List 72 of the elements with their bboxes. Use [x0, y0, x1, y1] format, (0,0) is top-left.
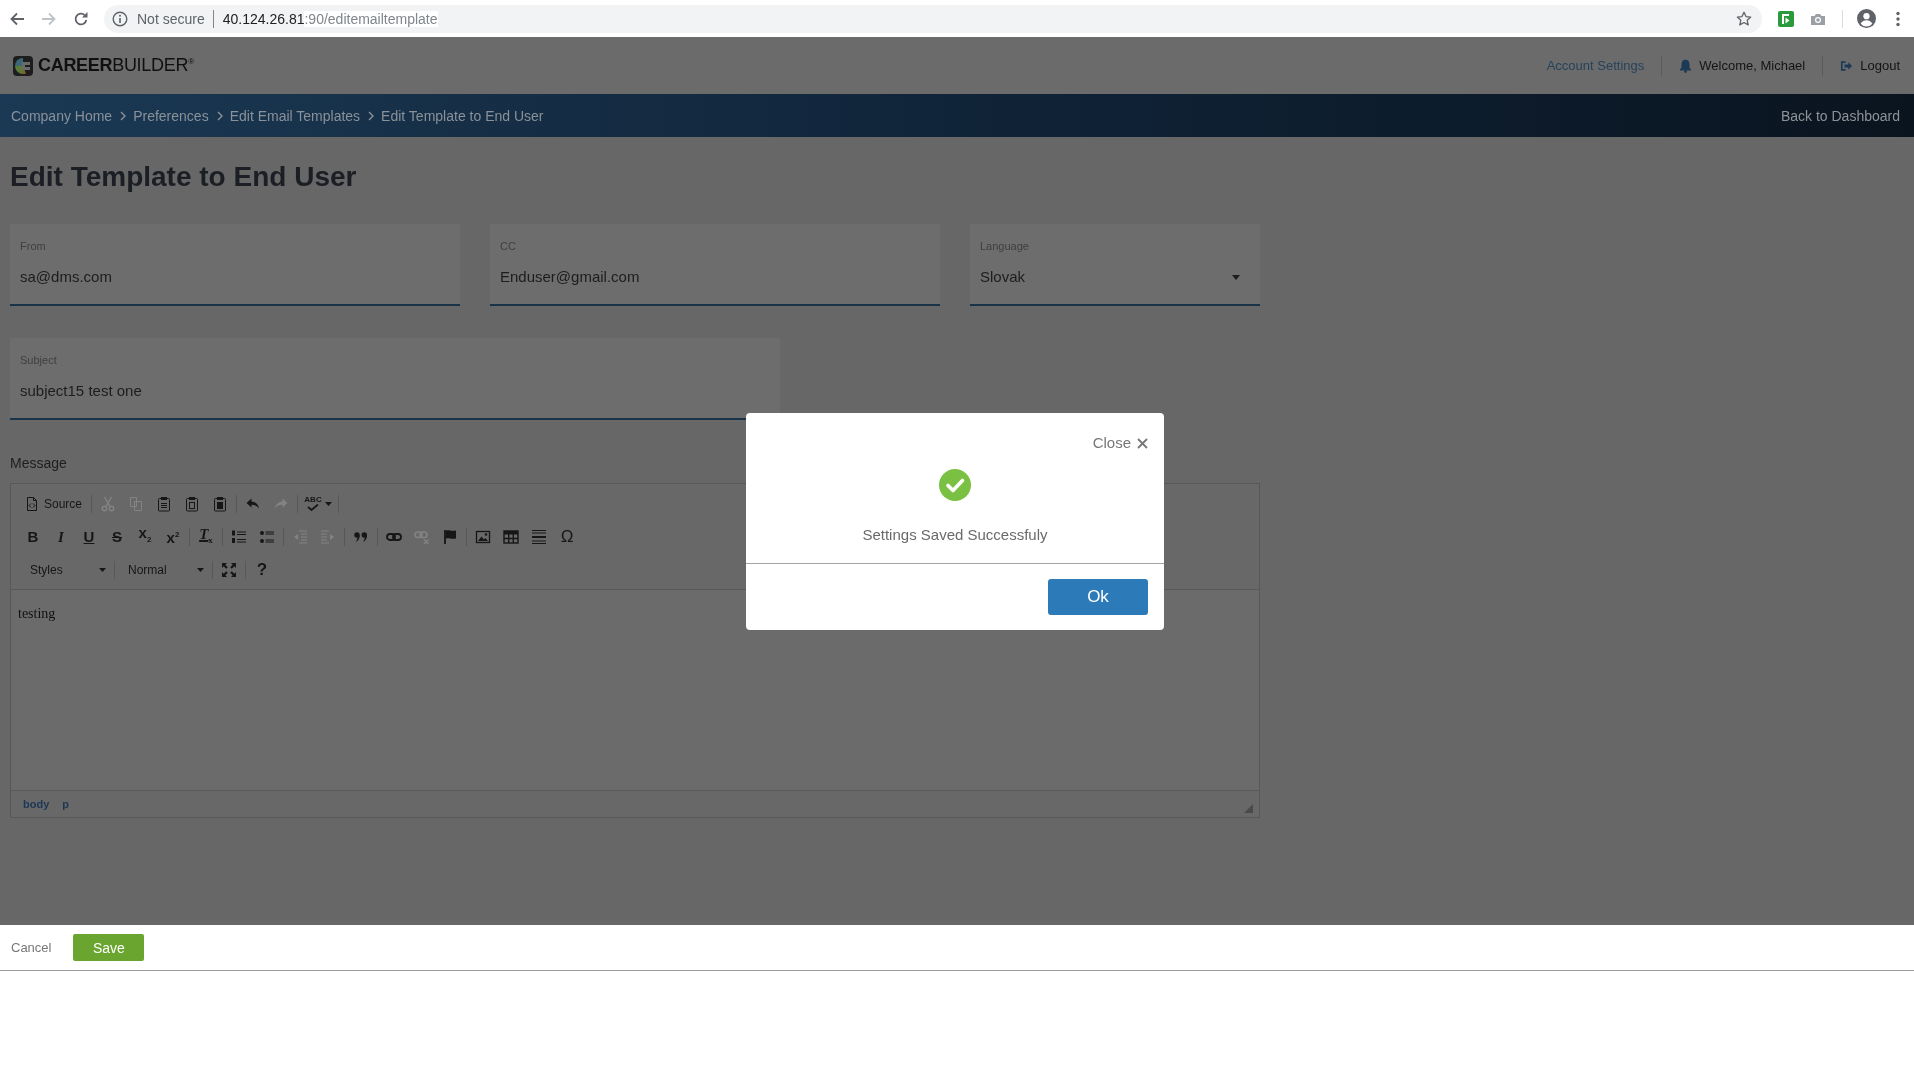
scissors-icon: [100, 495, 116, 512]
extension-icon[interactable]: [1778, 10, 1794, 27]
breadcrumb-link[interactable]: Company Home: [11, 107, 113, 124]
caret-down-icon: [99, 567, 106, 572]
spellcheck-button[interactable]: ABC: [300, 491, 336, 516]
close-button[interactable]: Close: [1092, 432, 1148, 454]
account-settings-link[interactable]: Account Settings: [1546, 58, 1645, 73]
reload-icon: [73, 10, 89, 27]
caret-down-icon: [1232, 274, 1240, 280]
bell-icon[interactable]: [1679, 58, 1693, 73]
save-button[interactable]: Save: [73, 934, 145, 961]
outdent-icon: [292, 528, 308, 545]
cancel-button[interactable]: Cancel: [11, 940, 52, 955]
image-icon: [475, 528, 491, 545]
clipboard-icon: [184, 495, 200, 512]
document-code-icon: [24, 495, 40, 512]
underline-button[interactable]: U: [75, 524, 103, 549]
security-label: Not secure: [137, 10, 205, 27]
welcome-text: Welcome, Michael: [1699, 58, 1806, 73]
help-button[interactable]: ?: [248, 557, 276, 582]
success-check-icon: [939, 469, 971, 501]
back-to-dashboard-link[interactable]: Back to Dashboard: [1780, 107, 1900, 124]
logout-icon[interactable]: [1840, 58, 1854, 73]
breadcrumb-current-page: Edit Template to End User: [381, 107, 544, 124]
chevron-right-icon: [216, 110, 223, 121]
star-icon[interactable]: [1736, 10, 1752, 27]
logout-link[interactable]: Logout: [1860, 58, 1900, 73]
numbered-list-icon: [231, 528, 247, 545]
dropdown-button[interactable]: Styles: [19, 557, 112, 582]
element-path-link[interactable]: body: [19, 798, 54, 810]
more-menu-icon[interactable]: [1896, 10, 1900, 27]
profile-icon[interactable]: [1856, 9, 1876, 28]
element-path-link[interactable]: p: [58, 798, 73, 810]
arrow-right-icon: [41, 10, 57, 27]
caret-down-icon: [324, 501, 332, 506]
bulleted-list-icon: [259, 528, 275, 545]
clipboard-icon: [156, 495, 172, 512]
expand-arrows-icon: [221, 561, 237, 578]
close-icon: [1137, 437, 1148, 449]
address-bar[interactable]: Not secure 40.124.26.81:90/editemailtemplate: [104, 4, 1762, 33]
chevron-right-icon: [368, 110, 375, 121]
strike-button[interactable]: S: [103, 524, 131, 549]
bold-button[interactable]: B: [19, 524, 47, 549]
ok-button[interactable]: Ok: [1048, 579, 1148, 615]
resize-grip-icon[interactable]: [1244, 804, 1253, 813]
caret-down-icon: [197, 567, 204, 572]
dropdown-button[interactable]: Normal: [117, 557, 210, 582]
italic-button[interactable]: I: [47, 524, 75, 549]
breadcrumb-link[interactable]: Preferences: [133, 107, 209, 124]
chevron-right-icon: [120, 110, 127, 121]
logo-text: CAREERBUILDER$^{®}$: [38, 55, 194, 76]
special-char-button[interactable]: Ω: [553, 524, 581, 549]
flag-icon: [442, 528, 458, 545]
clipboard-icon: [212, 495, 228, 512]
indent-icon: [320, 528, 336, 545]
url-text: 40.124.26.81:90/editemailtemplate: [222, 10, 438, 27]
info-icon: [112, 10, 128, 27]
remove-format-button[interactable]: T$_{x}$: [192, 524, 220, 549]
copy-icon: [128, 495, 144, 512]
superscript-button[interactable]: x$^{2}$: [159, 524, 187, 549]
page-title: Edit Template to End User: [10, 160, 357, 194]
modal-message: Settings Saved Successfuly: [862, 525, 1048, 545]
breadcrumb-link[interactable]: Edit Email Templates: [229, 107, 361, 124]
horizontal-lines-icon: [531, 528, 547, 545]
logo-icon: [13, 55, 33, 76]
table-icon: [503, 528, 519, 545]
check-icon: [307, 504, 319, 511]
broken-link-icon: [414, 528, 430, 545]
message-label: Message: [10, 454, 67, 472]
subscript-button[interactable]: x$_{2}$: [131, 524, 159, 549]
source-button[interactable]: Source: [19, 491, 89, 516]
arrow-left-icon: [9, 10, 25, 27]
